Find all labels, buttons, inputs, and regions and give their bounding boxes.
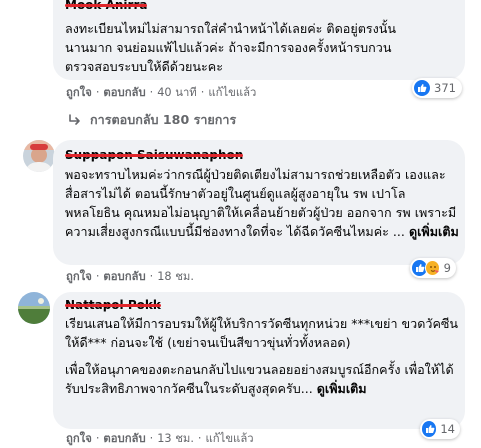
- comment-actions: ถูกใจ · ตอบกลับ · 13 ชม. · แก้ไขแล้ว: [66, 432, 254, 445]
- edited-label: แก้ไขแล้ว: [205, 432, 254, 445]
- like-icon: [414, 80, 430, 96]
- reaction-count: 14: [440, 422, 455, 436]
- comment-author[interactable]: Nattapol Pokk: [65, 297, 161, 313]
- comment-time[interactable]: 40 นาที: [157, 86, 196, 99]
- like-button[interactable]: ถูกใจ: [66, 86, 92, 99]
- reply-arrow-icon: [69, 114, 80, 125]
- comment-text: เรียนเสนอให้มีการอบรมให้ผู้ให้บริการวัดซ…: [65, 314, 460, 398]
- comment-time[interactable]: 13 ชม.: [157, 432, 194, 445]
- view-replies-label: การตอบกลับ 180 รายการ: [90, 112, 237, 127]
- like-button[interactable]: ถูกใจ: [66, 270, 92, 283]
- reaction-count: 371: [434, 81, 456, 95]
- comment-bubble: Suppapon Saisuwanaphon พอจะทราบไหมค่ะว่า…: [53, 140, 465, 265]
- reaction-summary[interactable]: 9: [410, 258, 456, 278]
- comment-line: ลงทะเบียนไหม่ไม่สามารถใส่คำนำหน้าได้เลยค…: [65, 21, 397, 36]
- reply-button[interactable]: ตอบกลับ: [103, 432, 145, 445]
- comment-line: นานมาก จนย่อมแพ้ไปแล้วค่ะ ถ้าจะมีการจองค…: [65, 40, 392, 55]
- avatar[interactable]: [23, 140, 55, 172]
- comment-time[interactable]: 18 ชม.: [157, 270, 194, 283]
- comment-bubble: Mook Anirra ลงทะเบียนไหม่ไม่สามารถใส่คำน…: [53, 0, 465, 80]
- comment-text: พอจะทราบไหมค่ะว่ากรณีผู้ป่วยติดเตียงไม่ส…: [65, 165, 460, 241]
- edited-label: แก้ไขแล้ว: [208, 86, 257, 99]
- comment-author[interactable]: Suppapon Saisuwanaphon: [65, 147, 244, 163]
- comment-bubble: Nattapol Pokk เรียนเสนอให้มีการอบรมให้ผู…: [53, 292, 465, 429]
- comment-author[interactable]: Mook Anirra: [65, 0, 148, 13]
- reaction-summary[interactable]: 371: [412, 78, 462, 98]
- reaction-summary[interactable]: 14: [420, 419, 460, 439]
- reply-button[interactable]: ตอบกลับ: [103, 86, 145, 99]
- view-replies-link[interactable]: การตอบกลับ 180 รายการ: [68, 110, 236, 130]
- comment-actions: ถูกใจ · ตอบกลับ · 40 นาที · แก้ไขแล้ว: [66, 86, 257, 99]
- like-icon: [422, 421, 437, 437]
- comment-line: ตรวจสอบระบบให้ดีด้วยนะคะ: [65, 59, 223, 74]
- avatar[interactable]: [18, 292, 50, 324]
- comment-paragraph: พอจะทราบไหมค่ะว่ากรณีผู้ป่วยติดเตียงไม่ส…: [65, 167, 457, 239]
- see-more-link[interactable]: ดูเพิ่มเติม: [409, 224, 459, 239]
- comment-paragraph: เรียนเสนอให้มีการอบรมให้ผู้ให้บริการวัดซ…: [65, 316, 459, 350]
- comment-actions: ถูกใจ · ตอบกลับ · 18 ชม.: [66, 270, 194, 283]
- reaction-count: 9: [443, 261, 451, 275]
- care-icon: [424, 260, 440, 276]
- comment-paragraph: เพื่อให้อนุภาคของตะกอนกลับไปแขวนลอยอย่าง…: [65, 362, 454, 396]
- reply-button[interactable]: ตอบกลับ: [103, 270, 145, 283]
- comment-text: ลงทะเบียนไหม่ไม่สามารถใส่คำนำหน้าได้เลยค…: [65, 19, 460, 76]
- like-button[interactable]: ถูกใจ: [66, 432, 92, 445]
- see-more-link[interactable]: ดูเพิ่มเติม: [317, 381, 367, 396]
